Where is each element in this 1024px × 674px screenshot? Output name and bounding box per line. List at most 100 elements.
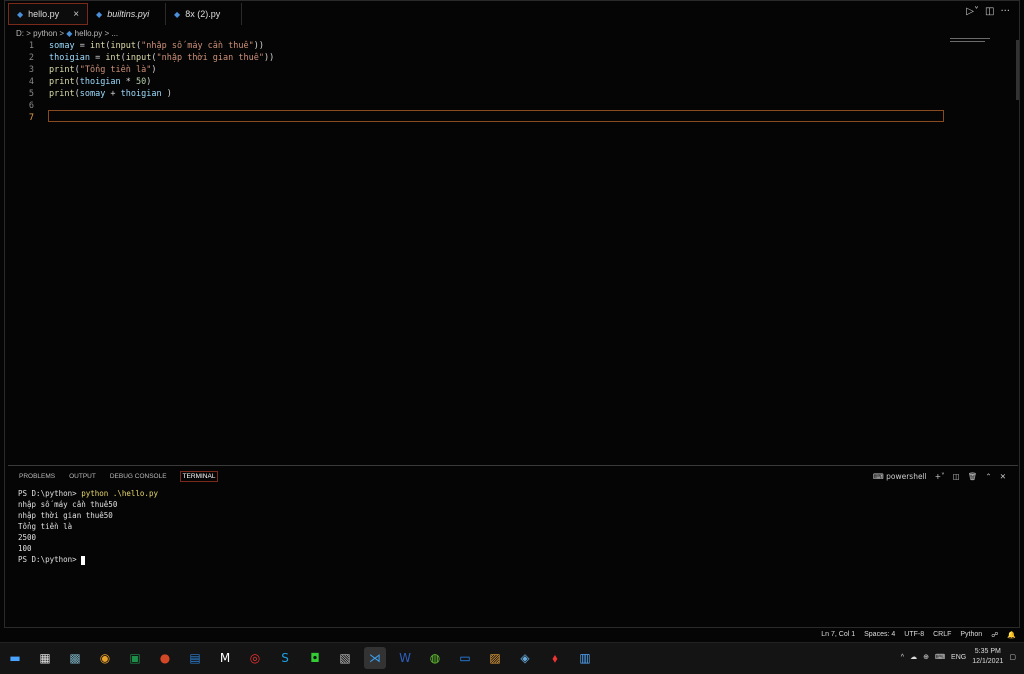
code-token: print: [49, 89, 75, 99]
breadcrumb-folder[interactable]: python: [33, 29, 57, 38]
clock-time: 5:35 PM: [974, 648, 1001, 655]
pdf-icon[interactable]: ⬧: [544, 647, 566, 669]
shell-label: powershell: [886, 472, 927, 481]
editor-scrollbar[interactable]: [1016, 40, 1019, 100]
code-line[interactable]: 1 somay = int(input("nhập số máy cần thuê…: [10, 40, 950, 52]
app-icon[interactable]: ▧: [334, 647, 356, 669]
chevron-up-icon[interactable]: ^: [901, 654, 904, 661]
encoding[interactable]: UTF-8: [904, 631, 924, 639]
terminal-prompt: PS D:\python>: [18, 489, 82, 498]
minimap[interactable]: [950, 38, 1005, 48]
code-token: "nhập thời gian thuê": [156, 53, 264, 63]
app-icon[interactable]: ▨: [484, 647, 506, 669]
editor-actions: ▷˅ ◫ ···: [966, 6, 1010, 17]
indentation[interactable]: Spaces: 4: [864, 631, 895, 639]
terminal-prompt: PS D:\python>: [18, 555, 82, 564]
code-line[interactable]: 4 print(thoigian * 50): [10, 76, 950, 88]
feedback-icon[interactable]: ☍: [991, 631, 998, 639]
code-line[interactable]: 5 print(somay + thoigian ): [10, 88, 950, 100]
language-indicator[interactable]: ENG: [951, 654, 966, 661]
code-token: =: [89, 53, 106, 63]
browser-icon[interactable]: ◍: [424, 647, 446, 669]
photos-icon[interactable]: ▩: [64, 647, 86, 669]
clock[interactable]: 5:35 PM 12/1/2021: [972, 647, 1003, 667]
maximize-panel-icon[interactable]: ⌃: [985, 472, 991, 481]
code-token: int: [89, 41, 106, 51]
cursor-position[interactable]: Ln 7, Col 1: [821, 631, 855, 639]
app-icon[interactable]: ◈: [514, 647, 536, 669]
terminal-line: Tổng tiền là: [18, 522, 158, 533]
breadcrumb-file[interactable]: hello.py: [75, 29, 103, 38]
terminal-line: PS D:\python> python .\hello.py: [18, 489, 158, 500]
tab-hello-py[interactable]: ◆ hello.py ×: [8, 3, 89, 25]
line-number: 7: [28, 113, 34, 123]
line-number: 6: [28, 101, 34, 111]
code-token: ): [161, 89, 172, 99]
status-bar: Ln 7, Col 1 Spaces: 4 UTF-8 CRLF Python …: [0, 628, 1024, 642]
code-line[interactable]: 2 thoigian = int(input("nhập thời gian th…: [10, 52, 950, 64]
split-editor-icon[interactable]: ◫: [985, 6, 994, 17]
terminal-output-text: 100: [18, 544, 32, 553]
zoom-icon[interactable]: ▭: [454, 647, 476, 669]
line-ending[interactable]: CRLF: [933, 631, 951, 639]
vscode-icon[interactable]: ⋊: [364, 647, 386, 669]
code-token: print: [49, 65, 75, 75]
m-app-icon[interactable]: M: [214, 647, 236, 669]
tab-8x-py[interactable]: ◆ 8x (2).py: [166, 3, 243, 25]
notifications-icon[interactable]: 🔔: [1007, 631, 1016, 639]
code-line[interactable]: 7: [10, 112, 950, 124]
terminal-shell-selector[interactable]: ⌨ powershell: [873, 472, 927, 481]
app-icon[interactable]: ▥: [574, 647, 596, 669]
green-app-icon[interactable]: ◘: [304, 647, 326, 669]
tab-debug-console[interactable]: DEBUG CONSOLE: [109, 471, 168, 482]
terminal-line: nhập số máy cần thuê50: [18, 500, 158, 511]
skype-icon[interactable]: S: [274, 647, 296, 669]
code-editor[interactable]: 1 somay = int(input("nhập số máy cần thuê…: [10, 40, 950, 124]
excel-icon[interactable]: ▣: [124, 647, 146, 669]
terminal-icon: ⌨: [872, 472, 884, 481]
more-icon[interactable]: ···: [1000, 6, 1010, 17]
close-icon[interactable]: ×: [73, 9, 79, 20]
code-token: somay: [79, 89, 106, 99]
code-token: ): [146, 77, 152, 87]
tab-output[interactable]: OUTPUT: [68, 471, 97, 482]
notification-icon[interactable]: ▢: [1009, 653, 1016, 661]
python-file-icon: ◆: [66, 29, 73, 38]
tab-label: builtins.pyi: [107, 9, 150, 19]
tab-builtins-pyi[interactable]: ◆ builtins.pyi: [88, 3, 167, 25]
breadcrumb-more[interactable]: ...: [111, 29, 118, 38]
terminal-output[interactable]: PS D:\python> python .\hello.py nhập số m…: [18, 489, 158, 566]
terminal-output-text: nhập thời gian thuê50: [18, 511, 113, 520]
code-token: =: [74, 41, 90, 51]
close-panel-icon[interactable]: ✕: [1000, 472, 1006, 481]
powerpoint-icon[interactable]: ●: [154, 647, 176, 669]
code-line[interactable]: 3 print("Tổng tiền là"): [10, 64, 950, 76]
terminal-cursor: [81, 555, 86, 565]
network-icon[interactable]: ⊕: [923, 653, 929, 661]
record-icon[interactable]: ◎: [244, 647, 266, 669]
breadcrumb-drive[interactable]: D:: [16, 29, 24, 38]
panel-actions: ⌨ powershell +˅ ◫ 🗑 ⌃ ✕: [873, 472, 1006, 481]
trash-icon[interactable]: 🗑: [968, 472, 978, 481]
outlook-icon[interactable]: ▤: [184, 647, 206, 669]
code-token: "nhập số máy cần thuê": [141, 41, 254, 51]
terminal-line: nhập thời gian thuê50: [18, 511, 158, 522]
line-number: 5: [28, 89, 34, 99]
cloud-icon[interactable]: ☁: [910, 653, 917, 661]
split-terminal-icon[interactable]: ◫: [953, 472, 960, 481]
code-token: print: [49, 77, 75, 87]
keyboard-icon[interactable]: ⌨: [935, 653, 945, 661]
start-icon[interactable]: ▬: [4, 647, 26, 669]
chrome-icon[interactable]: ◉: [94, 647, 116, 669]
new-terminal-icon[interactable]: +˅: [935, 472, 945, 481]
code-token: input: [110, 41, 137, 51]
tab-terminal[interactable]: TERMINAL: [179, 471, 219, 482]
code-token: input: [125, 53, 152, 63]
terminal-output-text: Tổng tiền là: [18, 522, 73, 531]
code-line[interactable]: 6: [10, 100, 950, 112]
tab-problems[interactable]: PROBLEMS: [18, 471, 56, 482]
run-icon[interactable]: ▷˅: [966, 6, 979, 17]
task-view-icon[interactable]: ▦: [34, 647, 56, 669]
language-mode[interactable]: Python: [960, 631, 982, 639]
word-icon[interactable]: W: [394, 647, 416, 669]
